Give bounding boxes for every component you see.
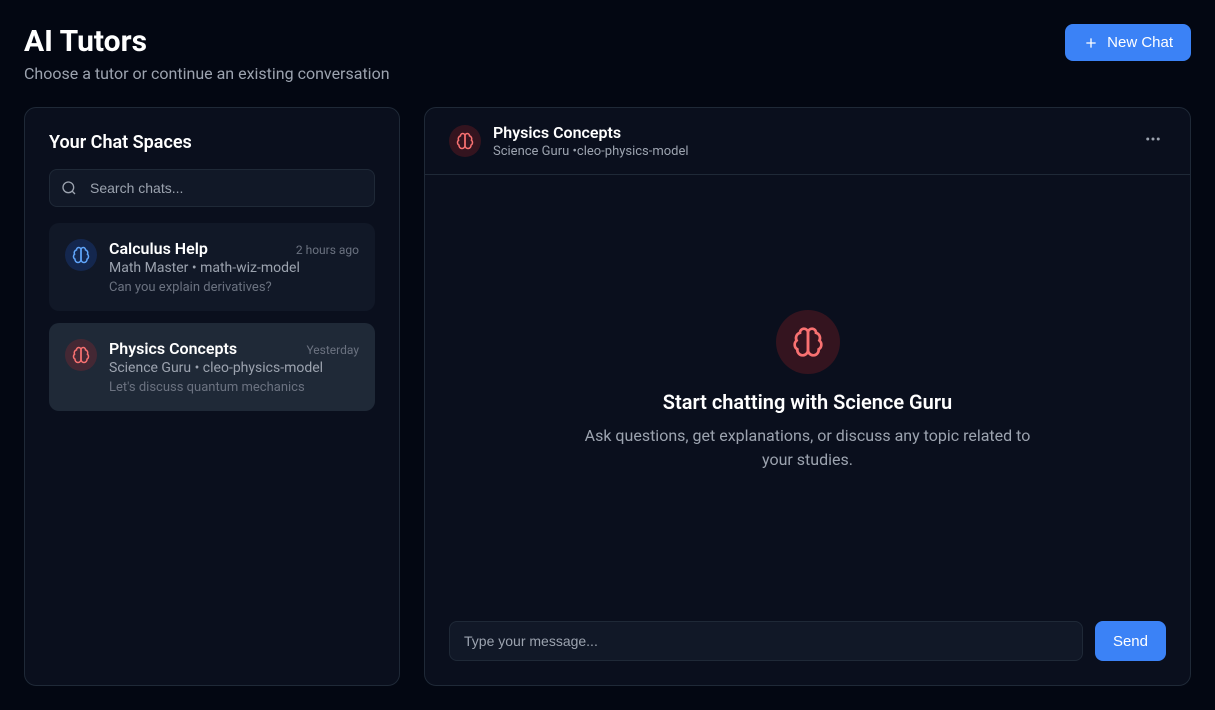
- chat-item-avatar: [65, 239, 97, 271]
- chat-item-preview: Can you explain derivatives?: [109, 280, 359, 295]
- more-horizontal-icon: [1144, 130, 1162, 148]
- brain-icon: [792, 326, 824, 358]
- chat-list-item[interactable]: Physics Concepts Yesterday Science Guru • …: [49, 323, 375, 411]
- new-chat-label: New Chat: [1107, 34, 1173, 51]
- search-input[interactable]: [49, 169, 375, 207]
- empty-state-desc: Ask questions, get explanations, or disc…: [578, 424, 1038, 472]
- sidebar-title: Your Chat Spaces: [49, 132, 375, 153]
- composer: Send: [425, 607, 1190, 685]
- chat-item-meta: Math Master • math-wiz-model: [109, 260, 359, 276]
- chat-header-subtitle: Science Guru •cleo-physics-model: [493, 144, 689, 159]
- chat-list-item[interactable]: Calculus Help 2 hours ago Math Master • ma…: [49, 223, 375, 311]
- brain-icon: [72, 346, 90, 364]
- sidebar: Your Chat Spaces Calculus Help 2 hours ag…: [24, 107, 400, 686]
- chat-item-preview: Let's discuss quantum mechanics: [109, 380, 359, 395]
- chat-list: Calculus Help 2 hours ago Math Master • ma…: [49, 223, 375, 411]
- chat-item-time: Yesterday: [306, 343, 359, 357]
- chat-item-meta: Science Guru • cleo-physics-model: [109, 360, 359, 376]
- page-subtitle: Choose a tutor or continue an existing c…: [24, 64, 390, 83]
- send-button[interactable]: Send: [1095, 621, 1166, 661]
- page-header: AI Tutors Choose a tutor or continue an …: [24, 24, 1191, 83]
- chat-item-avatar: [65, 339, 97, 371]
- empty-state-heading: Start chatting with Science Guru: [663, 390, 952, 414]
- plus-icon: [1083, 35, 1099, 51]
- brain-icon: [72, 246, 90, 264]
- page-title: AI Tutors: [24, 24, 390, 60]
- message-input[interactable]: [449, 621, 1083, 661]
- more-button[interactable]: [1140, 126, 1166, 155]
- new-chat-button[interactable]: New Chat: [1065, 24, 1191, 61]
- brain-icon: [456, 132, 474, 150]
- chat-item-title: Calculus Help: [109, 239, 208, 258]
- chat-body: Start chatting with Science Guru Ask que…: [425, 175, 1190, 607]
- chat-item-time: 2 hours ago: [296, 243, 359, 257]
- chat-item-title: Physics Concepts: [109, 339, 237, 358]
- empty-state-avatar: [776, 310, 840, 374]
- chat-header: Physics Concepts Science Guru •cleo-phys…: [425, 108, 1190, 175]
- empty-state: Start chatting with Science Guru Ask que…: [578, 310, 1038, 472]
- chat-panel: Physics Concepts Science Guru •cleo-phys…: [424, 107, 1191, 686]
- chat-header-avatar: [449, 125, 481, 157]
- chat-header-title: Physics Concepts: [493, 123, 689, 144]
- search-icon: [61, 180, 77, 196]
